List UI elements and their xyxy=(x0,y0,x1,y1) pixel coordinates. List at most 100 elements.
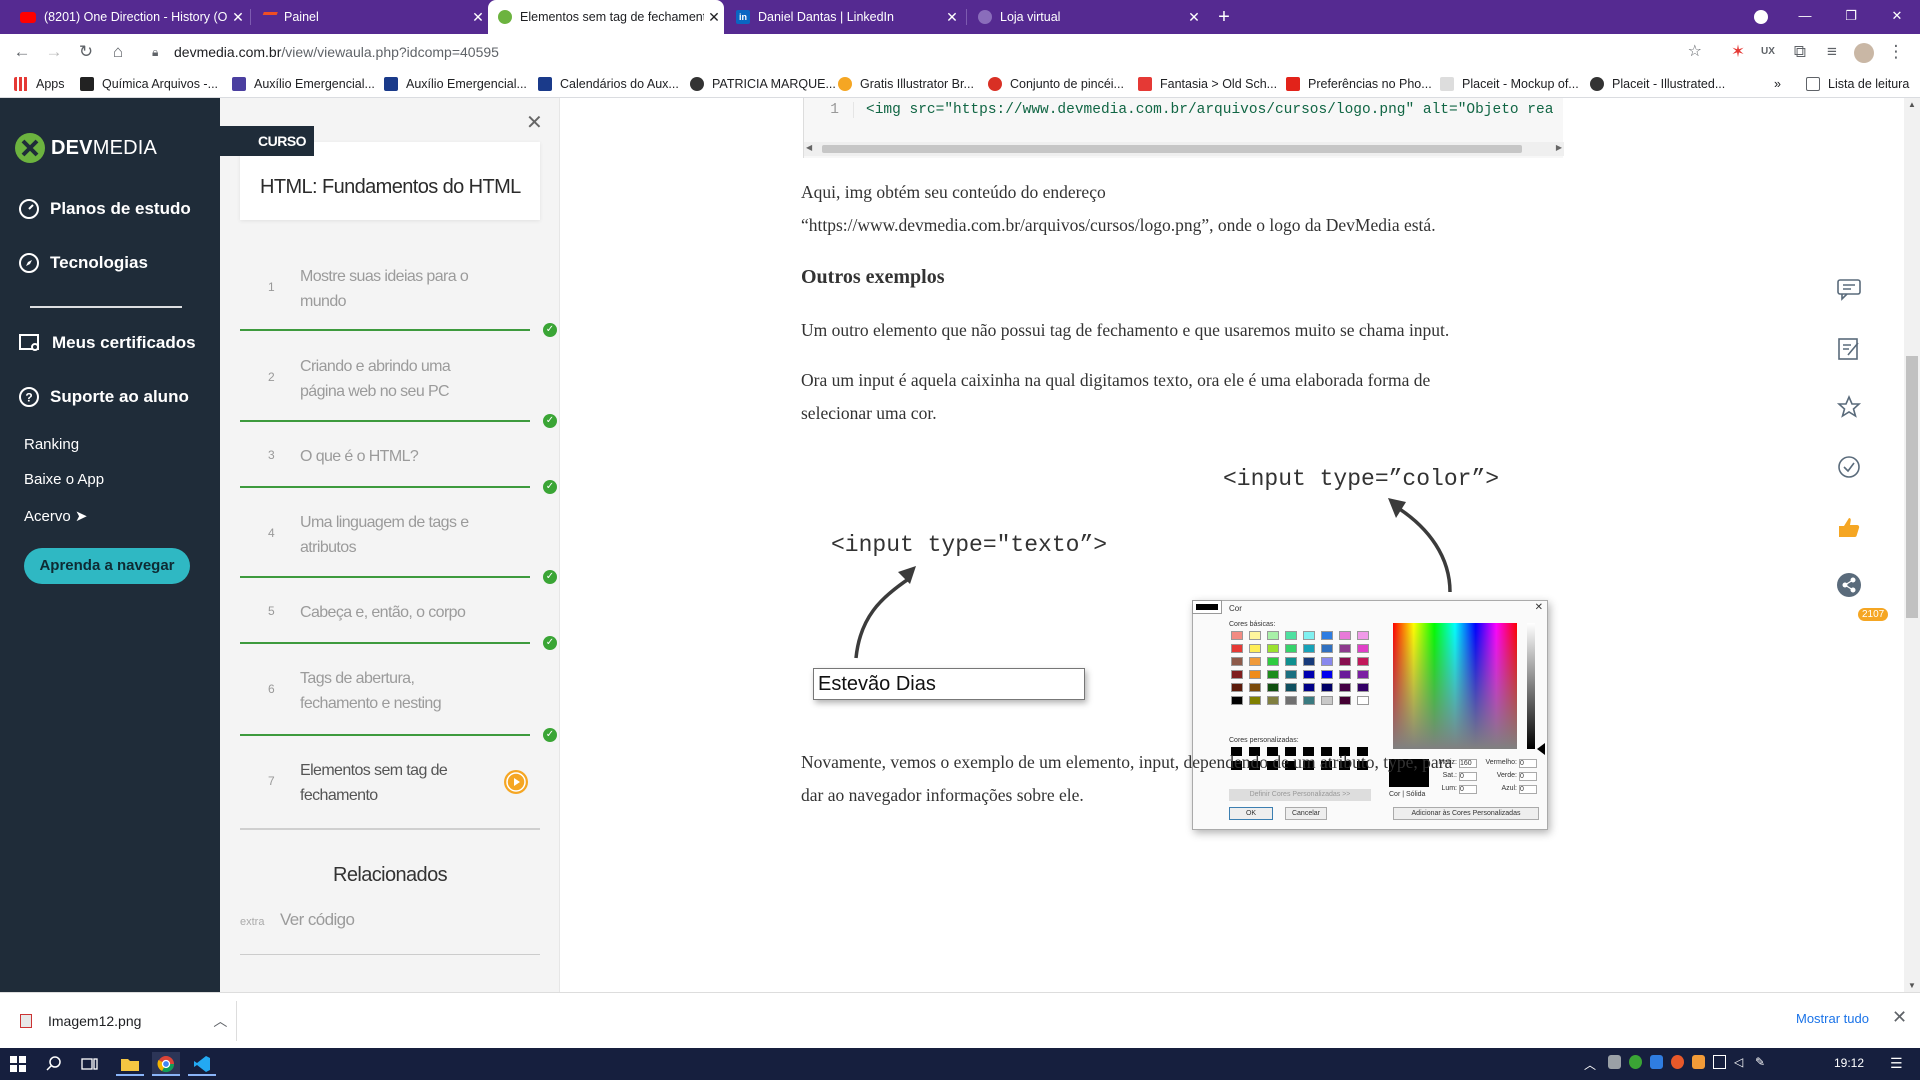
bookmarks-overflow-button[interactable]: » xyxy=(1774,75,1781,93)
bookmark-label: Química Arquivos -... xyxy=(102,77,219,91)
bookmark-item[interactable]: Gratis Illustrator Br... xyxy=(838,75,974,93)
nav-tecnologias[interactable]: Tecnologias xyxy=(18,252,148,274)
tray-app-icon[interactable] xyxy=(1608,1055,1621,1069)
bookmark-item[interactable]: Química Arquivos -... xyxy=(80,75,218,93)
close-icon[interactable]: ✕ xyxy=(704,9,724,26)
chrome-icon[interactable] xyxy=(152,1052,180,1076)
svg-text:?: ? xyxy=(25,391,32,405)
lesson-item[interactable]: 5 Cabeça e, então, o corpo ✓ xyxy=(240,600,557,650)
scroll-left-arrow-icon[interactable]: ◀ xyxy=(806,143,812,152)
chevron-up-icon[interactable]: ︿ xyxy=(213,1011,227,1031)
comment-icon[interactable] xyxy=(1836,276,1862,302)
lesson-item[interactable]: 2 Criando e abrindo uma página web no se… xyxy=(240,354,557,428)
lesson-item[interactable]: 3 O que é o HTML? ✓ xyxy=(240,444,557,494)
bookmark-item[interactable]: Placeit - Illustrated... xyxy=(1590,75,1725,93)
window-close-button[interactable]: ✕ xyxy=(1874,0,1920,32)
close-panel-icon[interactable]: ✕ xyxy=(526,110,543,135)
file-explorer-icon[interactable] xyxy=(116,1052,144,1076)
nav-baixe-o-app[interactable]: Baixe o App xyxy=(24,471,104,488)
close-icon[interactable]: ✕ xyxy=(228,9,248,26)
minimize-button[interactable]: — xyxy=(1782,0,1828,32)
pen-icon[interactable]: ✎ xyxy=(1755,1055,1768,1069)
vscode-icon[interactable] xyxy=(188,1052,216,1076)
network-icon[interactable] xyxy=(1712,1055,1727,1069)
lesson-item[interactable]: 1 Mostre suas ideias para o mundo ✓ xyxy=(240,264,557,337)
media-queue-icon[interactable]: ≡ xyxy=(1820,41,1844,63)
tab-linkedin[interactable]: in Daniel Dantas | LinkedIn ✕ xyxy=(726,0,962,34)
kebab-menu-icon[interactable]: ⋮ xyxy=(1884,41,1908,63)
scroll-up-arrow-icon[interactable]: ▲ xyxy=(1908,100,1916,109)
maximize-button[interactable]: ❐ xyxy=(1828,0,1874,32)
bookmark-item[interactable]: Conjunto de pincéi... xyxy=(988,75,1124,93)
notifications-icon[interactable]: ☰ xyxy=(1890,1055,1903,1072)
bookmark-item[interactable]: Placeit - Mockup of... xyxy=(1440,75,1579,93)
tab-painel[interactable]: Painel ✕ xyxy=(252,0,488,34)
back-arrow-icon[interactable]: ← xyxy=(10,41,34,63)
lesson-item[interactable]: 6 Tags de abertura, fechamento e nesting… xyxy=(240,666,557,742)
scrollbar-thumb[interactable] xyxy=(822,145,1522,153)
favorite-star-icon[interactable] xyxy=(1836,394,1862,420)
clock[interactable]: 19:12 xyxy=(1834,1056,1864,1070)
bookmark-star-icon[interactable]: ☆ xyxy=(1688,38,1702,66)
tray-app-icon[interactable] xyxy=(1670,1055,1684,1069)
scroll-right-arrow-icon[interactable]: ▶ xyxy=(1556,143,1562,152)
scrollbar-thumb[interactable] xyxy=(1906,356,1918,618)
extension-icon[interactable]: ✶ xyxy=(1726,41,1750,63)
close-icon[interactable]: ✕ xyxy=(468,9,488,26)
home-icon[interactable]: ⌂ xyxy=(106,41,130,63)
volume-icon[interactable]: ◁ xyxy=(1734,1055,1747,1069)
bookmark-item[interactable]: Auxílio Emergencial... xyxy=(232,75,375,93)
task-view-icon[interactable] xyxy=(76,1052,104,1076)
tray-app-icon[interactable] xyxy=(1649,1055,1663,1069)
bookmark-item[interactable]: Fantasia > Old Sch... xyxy=(1138,75,1277,93)
bookmark-apps[interactable]: Apps xyxy=(14,75,65,93)
lesson-item[interactable]: 4 Uma linguagem de tags e atributos ✓ xyxy=(240,510,557,584)
bookmark-item[interactable]: Preferências no Pho... xyxy=(1286,75,1432,93)
download-item[interactable]: Imagem12.png ︿ xyxy=(20,1011,227,1031)
profile-menu-icon[interactable] xyxy=(1738,0,1784,32)
code-horizontal-scrollbar[interactable]: ◀ ▶ xyxy=(804,142,1564,156)
ux-extension-icon[interactable]: UX xyxy=(1756,41,1780,63)
share-icon[interactable] xyxy=(1836,572,1862,598)
bookmark-item[interactable]: Auxílio Emergencial... xyxy=(384,75,527,93)
page-vertical-scrollbar[interactable]: ▲ ▼ xyxy=(1904,98,1920,992)
nav-meus-certificados[interactable]: Meus certificados xyxy=(18,332,196,354)
close-download-bar-icon[interactable]: ✕ xyxy=(1892,1007,1907,1028)
lesson-progress-bar xyxy=(240,486,530,488)
devmedia-logo[interactable]: DEV MEDIA xyxy=(14,132,157,164)
mark-complete-icon[interactable] xyxy=(1836,454,1862,480)
close-icon[interactable]: ✕ xyxy=(942,9,962,26)
play-icon[interactable] xyxy=(504,770,528,794)
nav-acervo[interactable]: Acervo ➤ xyxy=(24,507,87,525)
nav-suporte-ao-aluno[interactable]: ? Suporte ao aluno xyxy=(18,386,189,408)
tab-one-direction[interactable]: (8201) One Direction - History (O ✕ xyxy=(12,0,248,34)
aprenda-a-navegar-button[interactable]: Aprenda a navegar xyxy=(24,548,190,584)
tab-elementos[interactable]: Elementos sem tag de fechament ✕ xyxy=(488,0,724,34)
chevron-up-icon[interactable]: ︿ xyxy=(1584,1056,1596,1073)
avatar[interactable] xyxy=(1852,41,1876,63)
windows-start-icon[interactable] xyxy=(4,1052,32,1076)
show-all-downloads-button[interactable]: Mostrar tudo xyxy=(1796,1011,1869,1026)
new-tab-button[interactable]: + xyxy=(1212,6,1236,28)
tab-loja-virtual[interactable]: Loja virtual ✕ xyxy=(968,0,1204,34)
tray-app-icon[interactable] xyxy=(1628,1055,1642,1069)
ver-codigo-link[interactable]: Ver código xyxy=(280,910,355,930)
bookmark-favicon-icon xyxy=(988,77,1002,91)
nav-planos-de-estudo[interactable]: Planos de estudo xyxy=(18,198,191,220)
forward-arrow-icon[interactable]: → xyxy=(42,41,66,63)
bookmark-item[interactable]: Calendários do Aux... xyxy=(538,75,679,93)
scroll-down-arrow-icon[interactable]: ▼ xyxy=(1908,981,1916,990)
bookmark-item[interactable]: PATRICIA MARQUE... xyxy=(690,75,836,93)
reload-icon[interactable]: ↻ xyxy=(74,41,98,63)
tray-app-icon[interactable] xyxy=(1691,1055,1705,1069)
search-icon[interactable] xyxy=(40,1052,68,1076)
puzzle-icon[interactable]: ⧉ xyxy=(1788,41,1812,63)
close-icon[interactable]: ✕ xyxy=(1184,9,1204,26)
notes-icon[interactable] xyxy=(1836,336,1862,362)
reading-list-button[interactable]: Lista de leitura xyxy=(1806,75,1909,93)
nav-ranking[interactable]: Ranking xyxy=(24,436,79,453)
thumbs-up-icon[interactable] xyxy=(1836,514,1862,540)
bookmark-label: PATRICIA MARQUE... xyxy=(712,77,836,91)
lesson-item-current[interactable]: 7 Elementos sem tag de fechamento xyxy=(240,758,540,830)
address-bar[interactable]: 🔒︎ devmedia.com.br/view/viewaula.php?idc… xyxy=(140,38,1702,66)
